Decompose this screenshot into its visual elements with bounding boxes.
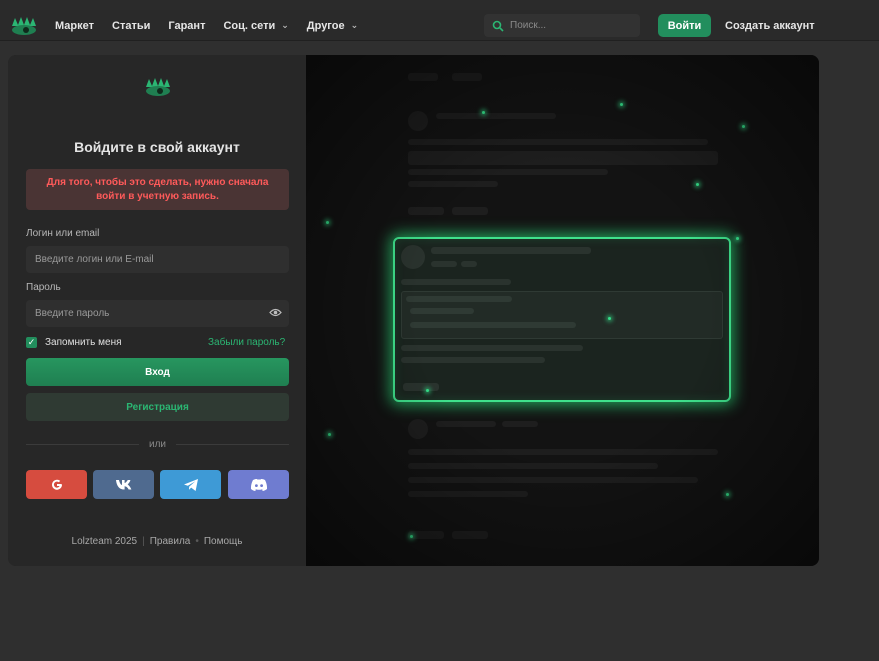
chevron-down-icon: ⌄ — [350, 20, 359, 30]
search-input[interactable] — [510, 20, 630, 31]
card-footer: Lolzteam 2025 | Правила • Помощь — [8, 536, 306, 547]
or-divider: или — [26, 438, 290, 450]
nav-item-market[interactable]: Маркет — [55, 20, 94, 32]
nav-item-label: Другое — [306, 19, 345, 32]
google-icon — [51, 479, 62, 490]
search-icon — [492, 20, 504, 32]
vk-login-button[interactable] — [93, 470, 154, 499]
discord-icon — [250, 478, 267, 491]
nav-item-articles[interactable]: Статьи — [112, 20, 150, 32]
nav-item-label: Маркет — [55, 19, 94, 32]
divider-line — [176, 443, 290, 445]
login-input[interactable] — [35, 254, 255, 265]
divider-line — [26, 443, 139, 445]
remember-me-label: Запомнить меня — [45, 337, 122, 348]
login-button[interactable]: Войти — [658, 14, 711, 37]
top-navbar: Маркет Статьи Гарант Соц. сети ⌄ Другое ⌄ … — [0, 10, 879, 41]
show-password-eye-icon[interactable] — [269, 308, 282, 317]
nav-item-label: Соц. сети — [223, 19, 276, 32]
submit-login-button[interactable]: Вход — [26, 358, 289, 386]
remember-me[interactable]: ✓ Запомнить меня — [26, 337, 122, 348]
nav-item-label: Гарант — [168, 19, 206, 32]
decorative-illustration — [306, 55, 819, 566]
window-top-strip — [0, 0, 879, 10]
password-field-label: Пароль — [26, 282, 61, 293]
login-field-label: Логин или email — [26, 228, 100, 239]
or-label: или — [149, 438, 167, 450]
help-link[interactable]: Помощь — [204, 536, 243, 547]
rules-link[interactable]: Правила — [150, 536, 191, 547]
nav-menu: Маркет Статьи Гарант Соц. сети ⌄ Другое ⌄ — [55, 10, 376, 41]
site-logo-icon — [146, 78, 170, 96]
create-account-link[interactable]: Создать аккаунт — [725, 14, 815, 37]
password-input[interactable] — [35, 308, 255, 319]
chevron-down-icon: ⌄ — [281, 20, 289, 30]
decor-vignette — [306, 55, 819, 566]
auth-card: Войдите в свой аккаунт Для того, чтобы э… — [8, 55, 819, 566]
nav-item-other[interactable]: Другое ⌄ — [307, 20, 358, 32]
search-box[interactable] — [484, 14, 640, 37]
password-field[interactable] — [26, 300, 289, 327]
footer-separator: • — [195, 536, 199, 547]
footer-separator: | — [142, 536, 145, 547]
nav-item-guarantor[interactable]: Гарант — [168, 20, 205, 32]
error-alert: Для того, чтобы это сделать, нужно снача… — [26, 169, 289, 210]
register-button[interactable]: Регистрация — [26, 393, 289, 421]
remember-me-checkbox[interactable]: ✓ — [26, 337, 37, 348]
nav-item-label: Статьи — [112, 19, 151, 32]
copyright-text: Lolzteam 2025 — [71, 536, 138, 547]
error-alert-text: Для того, чтобы это сделать, нужно снача… — [46, 176, 269, 202]
discord-login-button[interactable] — [228, 470, 289, 499]
login-field[interactable] — [26, 246, 289, 273]
page-title: Войдите в свой аккаунт — [74, 139, 240, 155]
google-login-button[interactable] — [26, 470, 87, 499]
nav-item-social[interactable]: Соц. сети ⌄ — [223, 20, 288, 32]
login-panel: Войдите в свой аккаунт Для того, чтобы э… — [8, 55, 306, 566]
telegram-login-button[interactable] — [160, 470, 221, 499]
telegram-icon — [183, 478, 198, 491]
site-logo-icon[interactable] — [10, 14, 38, 38]
forgot-password-link[interactable]: Забыли пароль? — [208, 337, 285, 348]
vk-icon — [115, 479, 131, 489]
